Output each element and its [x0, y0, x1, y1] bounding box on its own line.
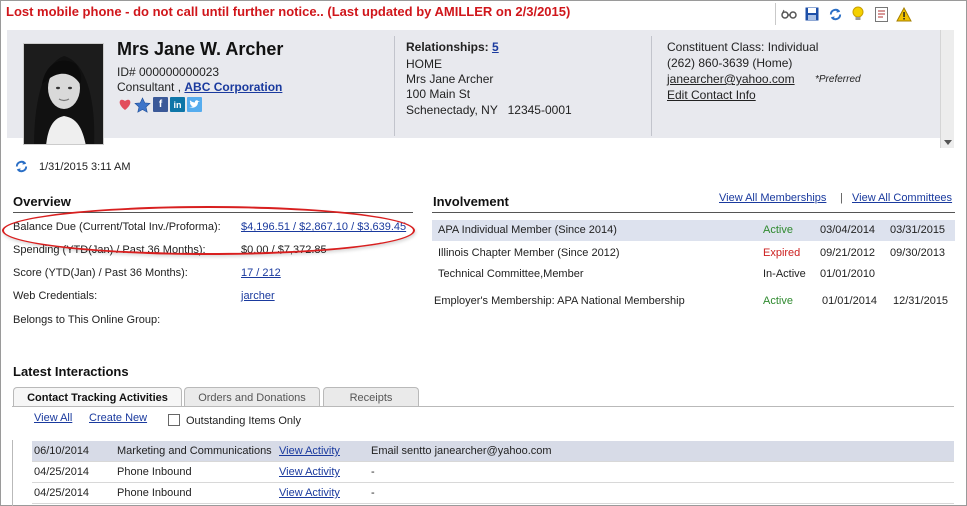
online-group-label: Belongs to This Online Group: [13, 314, 161, 326]
divider [651, 36, 652, 136]
table-left-border [12, 440, 32, 506]
balance-due-label: Balance Due (Current/Total Inv./Proforma… [13, 221, 221, 233]
membership-start: 01/01/2014 [822, 295, 878, 307]
latest-interactions-title: Latest Interactions [13, 364, 129, 379]
facebook-icon[interactable]: f [153, 97, 168, 112]
membership-end: 03/31/2015 [890, 224, 946, 236]
role-label: Consultant , [117, 80, 182, 94]
membership-start: 01/01/2010 [820, 268, 876, 280]
involvement-row[interactable]: Technical Committee,Member In-Active 01/… [432, 264, 955, 285]
city-state-zip: Schenectady, NY 12345-0001 [406, 103, 572, 117]
view-all-committees-link[interactable]: View All Committees [852, 192, 952, 204]
activity-type: Phone Inbound [117, 466, 192, 478]
involvement-row[interactable]: Illinois Chapter Member (Since 2012) Exp… [432, 243, 955, 264]
involvement-rule [432, 212, 955, 213]
table-row[interactable]: 04/25/2014 Phone Inbound View Activity - [32, 462, 954, 483]
lightbulb-icon[interactable] [850, 6, 866, 22]
social-icons: f in [117, 96, 202, 113]
membership-status: Active [763, 224, 793, 236]
heart-icon[interactable] [117, 97, 132, 112]
constituent-photo [23, 43, 104, 145]
star-icon[interactable] [134, 96, 151, 113]
relationships-count-link[interactable]: 5 [492, 40, 499, 54]
spending-value: $0.00 / $7,372.85 [241, 244, 327, 256]
involvement-title: Involvement [433, 194, 509, 209]
create-new-link[interactable]: Create New [89, 412, 147, 424]
constituent-role: Consultant , ABC Corporation [117, 80, 282, 94]
alert-message: Lost mobile phone - do not call until fu… [6, 4, 571, 19]
involvement-row[interactable]: Employer's Membership: APA National Memb… [432, 291, 955, 312]
street-address: 100 Main St [406, 87, 471, 101]
membership-start: 09/21/2012 [820, 247, 876, 259]
view-all-link[interactable]: View All [34, 412, 72, 424]
tab-baseline [12, 406, 954, 407]
relationships: Relationships: 5 [406, 40, 499, 54]
activity-date: 06/10/2014 [34, 445, 90, 457]
tab-contact-tracking[interactable]: Contact Tracking Activities [13, 387, 182, 407]
activity-description: - [371, 487, 375, 499]
toolbar [775, 3, 967, 25]
company-link[interactable]: ABC Corporation [184, 80, 282, 94]
view-activity-link[interactable]: View Activity [279, 466, 340, 478]
address-type: HOME [406, 57, 442, 71]
web-credentials-link[interactable]: jarcher [241, 290, 275, 302]
refresh-icon[interactable] [827, 6, 843, 22]
spending-label: Spending (YTD(Jan) / Past 36 Months): [13, 244, 206, 256]
membership-status: Expired [763, 247, 801, 259]
linkedin-icon[interactable]: in [170, 97, 185, 112]
scroll-down-icon[interactable] [944, 140, 952, 145]
view-all-memberships-link[interactable]: View All Memberships [719, 192, 826, 204]
constituent-class: Constituent Class: Individual [667, 40, 819, 54]
last-refreshed-time: 1/31/2015 3:11 AM [39, 161, 131, 173]
membership-status: Active [763, 295, 793, 307]
overview-title: Overview [13, 194, 71, 209]
membership-name: Employer's Membership: APA National Memb… [434, 295, 685, 307]
save-icon[interactable] [804, 6, 820, 22]
outstanding-only-label: Outstanding Items Only [186, 415, 301, 427]
activity-type: Marketing and Communications [117, 445, 272, 457]
activity-description: - [371, 466, 375, 478]
divider [394, 36, 395, 136]
view-activity-link[interactable]: View Activity [279, 445, 340, 457]
web-credentials-label: Web Credentials: [13, 290, 98, 302]
activity-type: Phone Inbound [117, 487, 192, 499]
outstanding-only-checkbox[interactable] [168, 414, 180, 426]
tab-orders-donations[interactable]: Orders and Donations [184, 387, 320, 407]
membership-name: Illinois Chapter Member (Since 2012) [438, 247, 620, 259]
membership-end: 12/31/2015 [893, 295, 949, 307]
email-link[interactable]: janearcher@yahoo.com [667, 72, 795, 86]
view-activity-link[interactable]: View Activity [279, 487, 340, 499]
relationships-label: Relationships: [406, 40, 489, 54]
activity-date: 04/25/2014 [34, 466, 90, 478]
tab-receipts[interactable]: Receipts [323, 387, 419, 407]
header-scrollbar[interactable] [940, 30, 954, 148]
activity-date: 04/25/2014 [34, 487, 90, 499]
report-icon[interactable] [873, 6, 889, 22]
warning-icon[interactable] [896, 6, 912, 22]
refresh-icon[interactable] [14, 159, 29, 177]
constituent-name: Mrs Jane W. Archer [117, 39, 284, 59]
membership-status: In-Active [763, 268, 806, 280]
membership-start: 03/04/2014 [820, 224, 876, 236]
table-row[interactable]: 06/10/2014 Marketing and Communications … [32, 441, 954, 462]
score-label: Score (YTD(Jan) / Past 36 Months): [13, 267, 188, 279]
membership-name: APA Individual Member (Since 2014) [438, 224, 617, 236]
balance-due-link[interactable]: $4,196.51 / $2,867.10 / $3,639.45 [241, 221, 406, 233]
twitter-icon[interactable] [187, 97, 202, 112]
score-link[interactable]: 17 / 212 [241, 267, 281, 279]
glasses-icon[interactable] [781, 6, 797, 22]
constituent-id: ID# 000000000023 [117, 65, 220, 79]
overview-rule [13, 212, 413, 213]
membership-end: 09/30/2013 [890, 247, 946, 259]
phone-number: (262) 860-3639 (Home) [667, 56, 793, 70]
preferred-note: *Preferred [815, 74, 861, 85]
membership-name: Technical Committee,Member [438, 268, 584, 280]
edit-contact-info-link[interactable]: Edit Contact Info [667, 88, 756, 102]
link-separator: | [840, 192, 843, 204]
addressee: Mrs Jane Archer [406, 72, 494, 86]
activity-description: Email sentto janearcher@yahoo.com [371, 445, 552, 457]
table-row[interactable]: 04/25/2014 Phone Inbound View Activity - [32, 483, 954, 504]
involvement-row[interactable]: APA Individual Member (Since 2014) Activ… [432, 220, 955, 241]
